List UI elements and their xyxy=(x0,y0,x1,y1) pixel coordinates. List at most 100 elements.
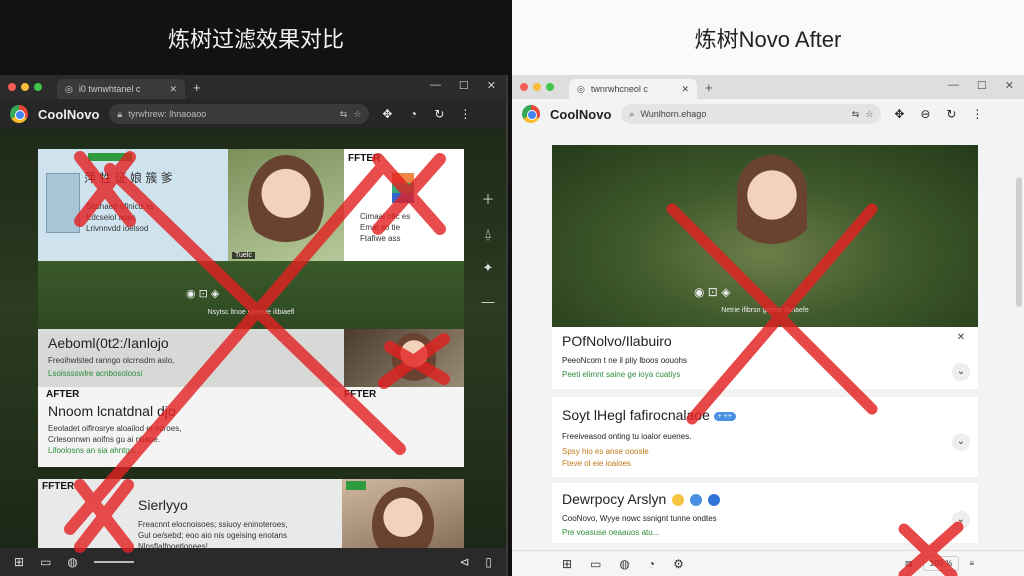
card-info-strip[interactable]: Aeboml(0t2:/Ianlojo Freoihwlsted ranngo … xyxy=(38,329,344,387)
left-active-tab[interactable]: ◎ ἱ0 twnwhtanel c ✕ xyxy=(57,79,185,99)
window-icon[interactable]: ▭ xyxy=(590,557,601,571)
maximize-dot[interactable] xyxy=(546,83,554,91)
card-line: Ftafiwe ass xyxy=(360,234,401,243)
window-controls: — ☐ ✕ xyxy=(430,79,496,92)
minus-icon[interactable]: — xyxy=(482,294,495,309)
image-caption: Tuelc xyxy=(232,252,255,259)
right-active-tab[interactable]: ◎ twnrwhcneol c ✕ xyxy=(569,79,697,99)
download-icon[interactable]: ⍙ xyxy=(484,226,492,242)
minimize-dot[interactable] xyxy=(21,83,29,91)
minimize-dot[interactable] xyxy=(533,83,541,91)
add-icon[interactable]: ＋ xyxy=(481,189,494,208)
tab-title: twnrwhcneol c xyxy=(590,84,648,94)
card-settings-preview[interactable]: 萍 牲 证 娘 簇 爹 Sttshaed ofinicd as Edcseiol… xyxy=(38,149,228,261)
sparkle-icon[interactable]: ✦ xyxy=(483,260,494,276)
volume-icon[interactable]: ⊲ xyxy=(459,555,469,569)
window-icon[interactable]: ▭ xyxy=(40,555,51,569)
right-toolbar: CoolNovo ⌕ Wunlhorn.ehago ⇆ ☆ ✥ ⊖ ↻ ⋮ xyxy=(512,99,1024,129)
minimize-icon[interactable]: — xyxy=(948,79,959,92)
image-icon[interactable]: ▨ xyxy=(905,559,913,568)
close-small-icon[interactable]: ✕ xyxy=(952,329,970,347)
card-link[interactable]: Lsolsssswlre acnbosoloosi xyxy=(48,369,142,378)
star-icon[interactable]: ☆ xyxy=(865,109,873,120)
vertical-scrollbar[interactable] xyxy=(1016,177,1022,307)
tab-close-icon[interactable]: ✕ xyxy=(681,84,689,95)
menu-icon[interactable]: ⋮ xyxy=(457,107,473,121)
address-bar[interactable]: 🔒︎ tyrwhrew: lhnaoaoo ⇆ ☆ xyxy=(109,104,370,124)
card-line: Freacnnt elocnoisoes; ssiuoy eninoteroes… xyxy=(138,520,288,529)
new-tab-button[interactable]: + xyxy=(705,80,713,95)
brand-name: CoolNovo xyxy=(38,106,100,122)
card-line: Freoihwlsted ranngo olcrnsdm aslo, xyxy=(48,356,175,365)
media-icons: ◉ ⊡ ◈ xyxy=(186,288,220,300)
comparison-stage: 炼树过滤效果对比 炼树Novo After ◎ ἱ0 twnwhtanel c … xyxy=(0,0,1024,576)
add-square-icon[interactable]: ⊞ xyxy=(14,555,24,569)
new-tab-button[interactable]: + xyxy=(193,80,201,95)
menu-icon[interactable]: ≡ xyxy=(969,559,974,568)
trash-icon[interactable]: ▯ xyxy=(485,555,492,569)
settings-icon[interactable]: ⚙ xyxy=(673,557,684,571)
chevron-down-icon[interactable]: ⌄ xyxy=(952,511,970,529)
card-link[interactable]: Pre voasuse oeaauos atu... xyxy=(562,528,968,537)
star-icon[interactable]: ☆ xyxy=(353,109,361,120)
refresh-icon[interactable]: ↻ xyxy=(943,107,959,121)
card-link[interactable]: Lifoolosns an sia ahntga... xyxy=(48,445,181,456)
card-line: Freeiveasod onting tu ioalor euenes. xyxy=(562,432,692,441)
browser-icon[interactable]: ◍ xyxy=(619,557,629,571)
tune-icon[interactable]: ⇆ xyxy=(340,109,348,120)
tag-pill[interactable]: + ++ xyxy=(713,411,736,421)
card-line: Edcseiol aoes xyxy=(86,213,136,222)
card-link[interactable]: Peeti elimnt saine ge ioya cuatiys xyxy=(562,370,968,379)
globe-icon: ◎ xyxy=(577,83,585,94)
result-card-3[interactable]: Dewrpocy Arslyn CooNovo, Wyye nowc ssnig… xyxy=(552,483,978,543)
close-icon[interactable]: ✕ xyxy=(487,79,496,92)
card-title: Aeboml(0t2:/Ianlojo xyxy=(48,335,169,351)
speed-icon[interactable]: ◔ xyxy=(405,107,421,121)
zoom-control[interactable]: 100 % xyxy=(922,556,960,571)
maximize-icon[interactable]: ☐ xyxy=(977,79,987,92)
minimize-icon[interactable]: — xyxy=(430,79,441,92)
maximize-dot[interactable] xyxy=(34,83,42,91)
card-after-detail[interactable]: AFTER FFTER Nnoom lcnatdnal djo Eeoladet… xyxy=(38,387,464,467)
close-icon[interactable]: ✕ xyxy=(1005,79,1014,92)
result-card-1[interactable]: POfNolvo/Ilabuiro PeeoNcom t ne il pliy … xyxy=(552,327,978,389)
tab-title: ἱ0 twnwhtanel c xyxy=(78,84,141,94)
chevron-down-icon[interactable]: ⌄ xyxy=(952,433,970,451)
chevron-down-icon[interactable]: ⌄ xyxy=(952,363,970,381)
browser-icon[interactable]: ◍ xyxy=(67,555,77,569)
menu-icon[interactable]: ⋮ xyxy=(969,107,985,121)
card-line: PeeoNcom t ne il pliy lboos oouohs xyxy=(562,356,687,365)
address-bar[interactable]: ⌕ Wunlhorn.ehago ⇆ ☆ xyxy=(621,104,882,124)
verified-icon xyxy=(690,494,703,507)
close-dot[interactable] xyxy=(520,83,528,91)
card-title: Dewrpocy Arslyn xyxy=(562,491,667,507)
card-line: Sttshaed ofinicd as xyxy=(86,202,154,211)
window-controls: — ☐ ✕ xyxy=(948,79,1014,92)
right-titlebar: ◎ twnrwhcneol c ✕ + — ☐ ✕ xyxy=(512,75,1024,99)
globe-icon: ◎ xyxy=(65,83,73,94)
hero-forest-image: ◉ ⊡ ◈ Netrie ifibrsn gertoe iibnaefe xyxy=(552,145,978,327)
maximize-icon[interactable]: ☐ xyxy=(459,79,469,92)
close-dot[interactable] xyxy=(8,83,16,91)
avatar xyxy=(392,333,436,385)
brand-name: CoolNovo xyxy=(550,106,612,122)
shield-icon[interactable]: ⊖ xyxy=(917,107,933,121)
coolnovo-logo-icon xyxy=(522,105,540,123)
left-toolbar: CoolNovo 🔒︎ tyrwhrew: lhnaoaoo ⇆ ☆ ✥ ◔ ↻… xyxy=(0,99,506,129)
tune-icon[interactable]: ⇆ xyxy=(852,109,860,120)
refresh-icon[interactable]: ↻ xyxy=(431,107,447,121)
card-line: Spsy hio es anse ooosle xyxy=(562,447,649,456)
progress-slider[interactable] xyxy=(93,561,134,563)
result-card-2[interactable]: Soyt lHegl fafirocnalaoe + ++ Freeiveaso… xyxy=(552,397,978,477)
status-badge xyxy=(88,153,132,161)
add-square-icon[interactable]: ⊞ xyxy=(562,557,572,571)
chrome-icon[interactable]: ◔ xyxy=(648,557,655,571)
tab-close-icon[interactable]: ✕ xyxy=(169,84,177,95)
card-avatar-portrait[interactable]: Tuelc xyxy=(228,149,344,261)
extension-icon[interactable]: ✥ xyxy=(891,107,907,121)
extension-icon[interactable]: ✥ xyxy=(379,107,395,121)
filter-label: FFTER xyxy=(348,153,381,164)
card-filter-after[interactable]: FFTER Cimaal otlc es Emat so tie Ftafiwe… xyxy=(344,149,464,261)
card-photo-couple[interactable] xyxy=(344,329,464,387)
media-icons: ◉ ⊡ ◈ xyxy=(694,285,731,299)
